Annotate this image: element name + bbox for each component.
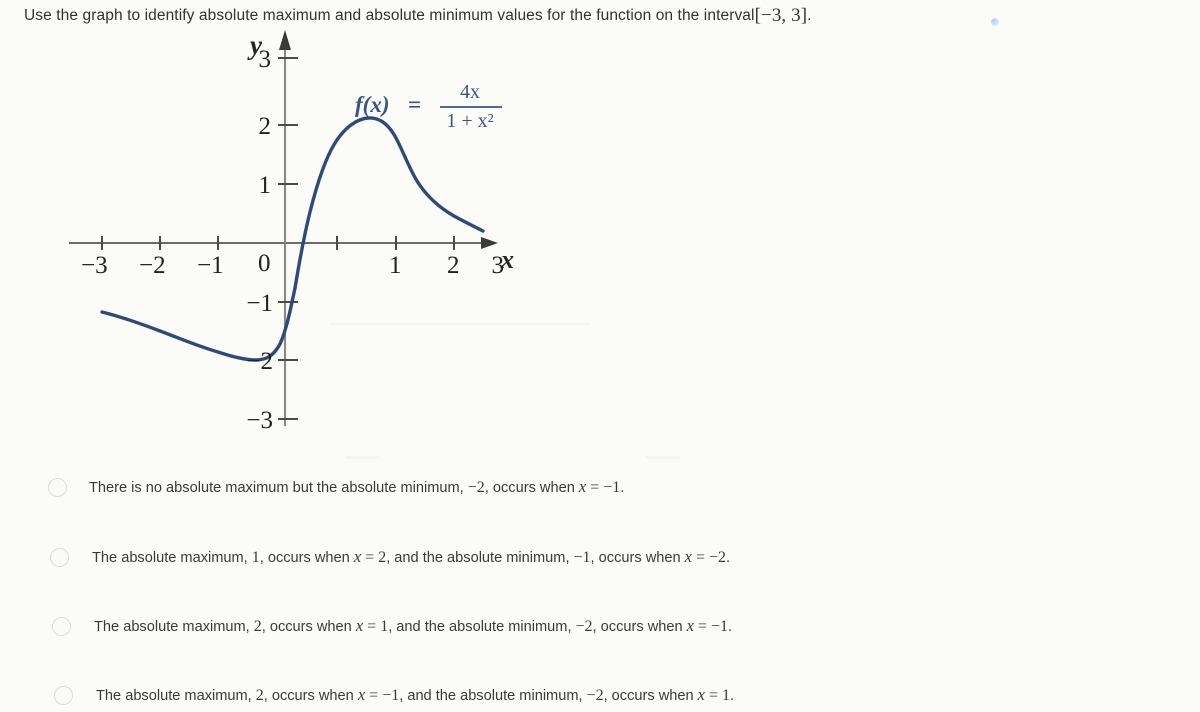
y-tick-label: −2: [246, 348, 273, 375]
status-dot-icon: [991, 18, 999, 26]
function-label: f(x): [355, 92, 389, 117]
answer-option-label-0: There is no absolute maximum but the abs…: [89, 476, 625, 496]
answer-option-0[interactable]: There is no absolute maximum but the abs…: [0, 470, 1000, 504]
radio-button-2[interactable]: [52, 617, 71, 636]
x-tick-label: −1: [197, 252, 224, 279]
fraction-numerator: 4x: [460, 81, 480, 103]
function-equation: f(x) = 4x 1 + x²: [355, 81, 502, 132]
paper-smudge: [645, 456, 680, 459]
answer-option-3[interactable]: The absolute maximum, 2, occurs when x =…: [0, 678, 1000, 712]
x-tick-label: −2: [139, 252, 166, 279]
fraction-denominator: 1 + x²: [446, 110, 493, 132]
answer-option-label-2: The absolute maximum, 2, occurs when x =…: [94, 615, 733, 635]
paper-smudge: [345, 456, 380, 459]
answer-option-label-3: The absolute maximum, 2, occurs when x =…: [96, 684, 735, 704]
radio-button-1[interactable]: [50, 548, 69, 567]
question-text: Use the graph to identify absolute maxim…: [24, 7, 755, 24]
radio-button-0[interactable]: [48, 478, 67, 497]
radio-button-3[interactable]: [54, 686, 73, 705]
x-tick-label: 3: [492, 252, 505, 279]
answer-option-1[interactable]: The absolute maximum, 1, occurs when x =…: [0, 540, 1000, 574]
origin-label: 0: [258, 250, 271, 277]
function-graph: y x −3 −2 −1 0 1 2 3 3 2 1 −1 −2 −3 f(x)…: [55, 26, 525, 446]
x-tick-label: −3: [81, 252, 108, 279]
graph-axes: [69, 30, 498, 426]
question-period: .: [807, 7, 812, 24]
answer-options-list: There is no absolute maximum but the abs…: [0, 470, 1000, 705]
y-tick-label: −1: [246, 290, 273, 317]
answer-option-label-1: The absolute maximum, 1, occurs when x =…: [92, 546, 731, 566]
question-prompt: Use the graph to identify absolute maxim…: [24, 6, 812, 26]
x-tick-label: 2: [447, 252, 460, 279]
y-tick-label: 3: [259, 46, 272, 73]
y-tick-label: 2: [259, 113, 272, 140]
graph-y-ticks: [278, 57, 298, 420]
y-tick-label: 1: [259, 172, 272, 199]
answer-option-2[interactable]: The absolute maximum, 2, occurs when x =…: [0, 609, 1000, 643]
equals-sign: =: [408, 92, 421, 117]
y-tick-label: −3: [246, 407, 273, 434]
x-tick-label: 1: [389, 252, 402, 279]
question-interval: [−3, 3]: [754, 5, 808, 26]
